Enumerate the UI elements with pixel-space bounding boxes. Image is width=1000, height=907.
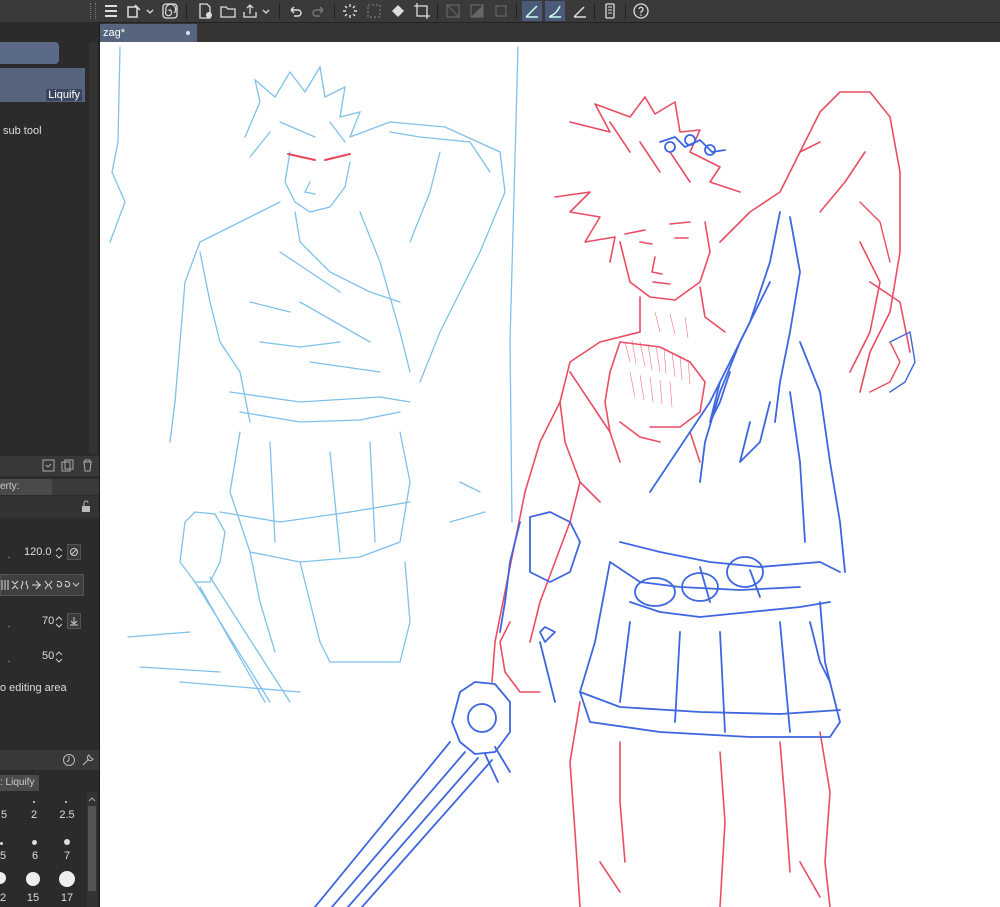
new-layer-icon[interactable] — [124, 1, 144, 21]
liquify-mode-selector[interactable] — [0, 574, 84, 596]
brush-size-label: 2 — [30, 809, 38, 821]
snap-grid-icon[interactable] — [570, 1, 590, 21]
sub-tool-group-tab[interactable] — [0, 42, 59, 64]
strength-value[interactable]: 70 — [42, 615, 54, 627]
brush-dot[interactable] — [33, 801, 35, 803]
brush-size-label: 2.5 — [59, 809, 75, 821]
size-value[interactable]: 120.0 — [24, 546, 52, 558]
document-tab[interactable]: zag* — [100, 24, 197, 42]
sub-tool-liquify[interactable]: Liquify — [0, 68, 85, 102]
light-blue-sketch — [109, 46, 519, 703]
command-bar — [0, 0, 1000, 23]
snap-special-ruler-icon[interactable] — [545, 1, 565, 21]
hardness-value[interactable]: 50 — [42, 650, 54, 662]
close-tab-icon[interactable] — [186, 31, 190, 35]
blue-drapery-lineart — [314, 134, 846, 907]
brush-size-label: 5 — [0, 809, 8, 821]
open-folder-icon[interactable] — [218, 1, 238, 21]
brush-size-label: 5 — [0, 850, 6, 862]
brush-size-label: 2 — [0, 892, 6, 904]
size-row: 120.0 — [0, 543, 99, 563]
brush-dot[interactable] — [32, 840, 37, 845]
brush-dot[interactable] — [64, 839, 70, 845]
brush-size-scrollbar[interactable] — [87, 792, 97, 907]
brush-size-label: 17 — [60, 892, 74, 904]
chevron-down-icon[interactable] — [144, 1, 156, 21]
settings-dial-icon[interactable] — [62, 753, 76, 770]
sub-tool-scrollbar[interactable] — [89, 42, 97, 454]
transform-icon[interactable] — [412, 1, 432, 21]
chevron-down-icon[interactable] — [260, 1, 272, 21]
lock-icon[interactable] — [80, 500, 92, 516]
chest-hair-hatching — [624, 311, 691, 408]
spiral-icon[interactable] — [160, 1, 180, 21]
new-file-icon[interactable] — [195, 1, 215, 21]
drawing-canvas[interactable] — [100, 42, 1000, 907]
duplicate-sub-tool-icon[interactable] — [61, 459, 74, 475]
brush-size-tab[interactable]: : Liquify — [0, 775, 39, 791]
undo-icon[interactable] — [285, 1, 305, 21]
brush-dot[interactable] — [65, 801, 67, 803]
document-tab-bar: zag* — [100, 23, 1000, 42]
crop-icon[interactable] — [491, 1, 511, 21]
loading-icon[interactable] — [340, 1, 360, 21]
wrench-icon[interactable] — [81, 753, 95, 770]
size-spinner[interactable] — [55, 545, 63, 561]
size-reset-button[interactable] — [67, 544, 81, 560]
export-icon[interactable] — [240, 1, 260, 21]
brush-dot[interactable] — [0, 872, 6, 884]
toolbar-grip[interactable] — [90, 3, 96, 19]
left-panel: Liquify sub tool erty: Liquify 120.0 70 … — [0, 22, 100, 907]
editing-area-option[interactable]: o editing area — [0, 682, 67, 694]
chevron-down-icon — [72, 582, 80, 587]
hardness-row: 50 — [0, 647, 99, 667]
tool-property-tab[interactable]: erty: Liquify — [0, 479, 52, 508]
trash-icon[interactable] — [81, 459, 94, 475]
red-body-lineart — [491, 91, 911, 907]
document-tab-title: zag* — [103, 27, 126, 39]
sub-tool-footer — [0, 456, 99, 476]
brush-dot[interactable] — [0, 842, 3, 845]
brush-size-grid: 5 2 2.5 5 6 7 2 15 17 — [0, 792, 86, 907]
brush-size-label: 7 — [63, 850, 71, 862]
brush-size-label: 6 — [31, 850, 39, 862]
brush-dot[interactable] — [59, 871, 75, 887]
menu-icon[interactable] — [101, 1, 121, 21]
tool-property-footer — [0, 750, 99, 770]
selection-icon[interactable] — [364, 1, 384, 21]
brush-size-label: 15 — [26, 892, 40, 904]
strength-row: 70 — [0, 612, 99, 632]
brush-size-header: : Liquify — [0, 775, 99, 791]
tool-property-header: erty: Liquify — [0, 479, 99, 508]
strength-spinner[interactable] — [55, 614, 63, 630]
redo-icon[interactable] — [309, 1, 329, 21]
help-icon[interactable] — [631, 1, 651, 21]
sketch-artwork — [109, 46, 916, 907]
clear-icon[interactable] — [443, 1, 463, 21]
copy-sub-tool-icon[interactable] — [42, 459, 55, 475]
add-sub-tool-label: sub tool — [3, 125, 42, 137]
brush-dot[interactable] — [26, 872, 40, 886]
pressure-button[interactable] — [67, 613, 81, 629]
sub-tool-liquify-label: Liquify — [46, 89, 82, 101]
clear-outside-icon[interactable] — [467, 1, 487, 21]
hardness-spinner[interactable] — [55, 649, 63, 665]
tool-property-preview — [0, 496, 99, 518]
snap-ruler-icon[interactable] — [522, 1, 542, 21]
smartphone-icon[interactable] — [600, 1, 620, 21]
fill-icon[interactable] — [388, 1, 408, 21]
